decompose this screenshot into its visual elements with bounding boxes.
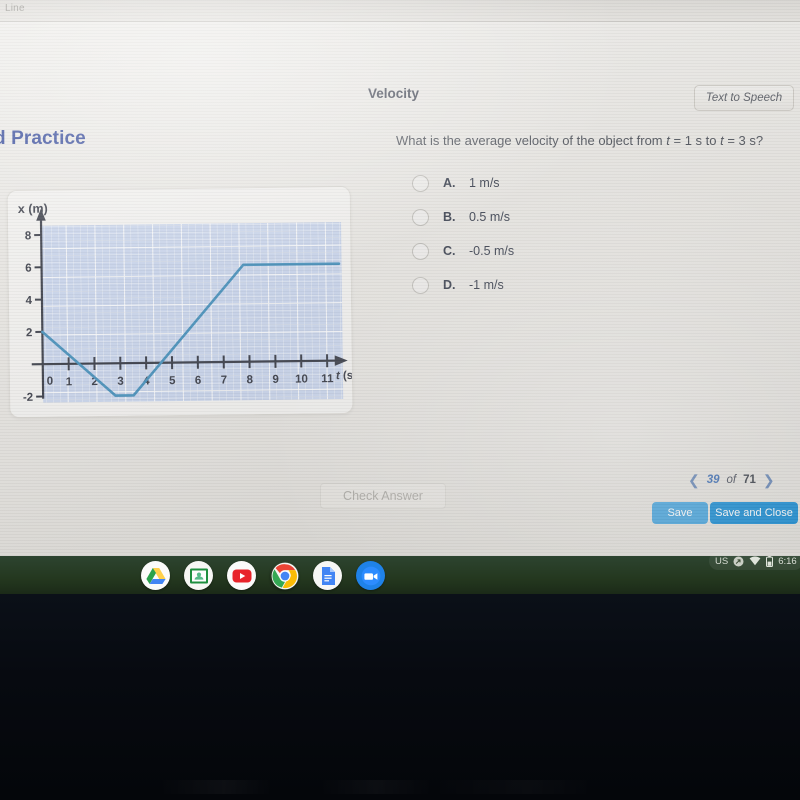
svg-text:0: 0: [47, 376, 54, 388]
radio-button-b-icon[interactable]: [412, 208, 429, 226]
keyboard-reflection: [0, 780, 800, 794]
clock[interactable]: 6:16: [778, 556, 797, 567]
google-drive-icon[interactable]: [141, 561, 170, 590]
answer-choice-d[interactable]: D. -1 m/s: [412, 268, 514, 302]
svg-text:10: 10: [295, 373, 308, 385]
choice-letter-a: A.: [443, 176, 456, 190]
text-to-speech-label: Text to Speech: [705, 92, 783, 104]
choice-value-c: -0.5 m/s: [469, 244, 515, 258]
choice-letter-d: D.: [443, 278, 456, 292]
radio-button-d-icon[interactable]: [412, 276, 429, 294]
svg-text:8: 8: [25, 230, 32, 242]
svg-text:-2: -2: [23, 392, 33, 404]
text-to-speech-button[interactable]: Text to Speech: [694, 85, 794, 111]
check-answer-label: Check Answer: [343, 489, 423, 503]
question-eq1: = 1 s to: [669, 133, 721, 148]
pagination-current: 39: [706, 474, 720, 486]
svg-text:x (m): x (m): [18, 202, 48, 216]
question-text: What is the average velocity of the obje…: [396, 133, 786, 150]
svg-text:5: 5: [169, 375, 176, 387]
choice-letter-b: B.: [443, 210, 456, 224]
choice-letter-c: C.: [443, 244, 456, 258]
wifi-icon: [749, 556, 761, 566]
google-docs-icon[interactable]: [313, 561, 342, 590]
browser-tab-title[interactable]: Line: [5, 3, 25, 14]
answer-choices: A. 1 m/s B. 0.5 m/s C. -0.5 m/s D. -1 m/…: [412, 166, 514, 302]
youtube-icon[interactable]: [227, 561, 256, 590]
svg-text:7: 7: [221, 374, 228, 386]
position-time-graph: 8 6 4 2 -2 0 1 2 3 4 5 6 7 8 9 10 11 x (…: [7, 186, 354, 419]
answer-choice-a[interactable]: A. 1 m/s: [412, 166, 514, 200]
svg-text:9: 9: [272, 374, 279, 386]
radio-button-c-icon[interactable]: [412, 242, 429, 260]
svg-text:6: 6: [25, 263, 32, 275]
screenshot-root: Line d Practice 8 6 4 2 -2 0 1 2 3 4 5 6…: [0, 0, 800, 800]
check-answer-button[interactable]: Check Answer: [320, 483, 446, 509]
svg-text:11: 11: [321, 373, 334, 385]
dark-area-below-screen: [0, 594, 800, 800]
system-status-tray[interactable]: US 6:16: [709, 552, 800, 570]
svg-text:(s): (s): [343, 370, 354, 382]
svg-text:2: 2: [26, 327, 33, 339]
svg-text:1: 1: [66, 376, 73, 388]
pagination: ❮ 39 of 71 ❯: [688, 473, 775, 487]
pagination-of-word: of: [726, 474, 737, 486]
answer-choice-c[interactable]: C. -0.5 m/s: [412, 234, 514, 268]
notification-icon: [733, 556, 744, 566]
pagination-total: 71: [743, 474, 756, 486]
save-label: Save: [667, 507, 693, 519]
google-classroom-icon[interactable]: [184, 561, 213, 590]
choice-value-d: -1 m/s: [469, 278, 504, 292]
radio-button-a-icon[interactable]: [412, 174, 429, 192]
shelf-app-icons: [141, 561, 385, 590]
battery-icon: [766, 555, 774, 567]
browser-chrome-strip: Line: [0, 0, 800, 22]
svg-text:4: 4: [25, 295, 32, 307]
question-title: Velocity: [368, 86, 420, 101]
svg-text:6: 6: [195, 375, 202, 387]
choice-value-a: 1 m/s: [469, 176, 500, 190]
answer-choice-b[interactable]: B. 0.5 m/s: [412, 200, 514, 234]
question-text-before: What is the average velocity of the obje…: [396, 133, 667, 148]
previous-question-chevron-left-icon[interactable]: ❮: [688, 473, 700, 487]
laptop-screen: Line d Practice 8 6 4 2 -2 0 1 2 3 4 5 6…: [0, 0, 800, 556]
chromeos-shelf: [0, 556, 800, 594]
svg-text:3: 3: [117, 376, 124, 388]
page-title: d Practice: [0, 128, 86, 149]
save-and-close-label: Save and Close: [715, 507, 793, 519]
choice-value-b: 0.5 m/s: [469, 210, 510, 224]
save-button[interactable]: Save: [652, 502, 708, 524]
save-and-close-button[interactable]: Save and Close: [710, 502, 798, 524]
google-chrome-icon[interactable]: [270, 561, 299, 590]
keyboard-layout-indicator: US: [715, 555, 729, 567]
question-eq2: = 3 s?: [723, 133, 764, 148]
next-question-chevron-right-icon[interactable]: ❯: [763, 473, 775, 487]
zoom-icon[interactable]: [356, 561, 385, 590]
svg-text:8: 8: [246, 374, 253, 386]
position-time-graph-card: 8 6 4 2 -2 0 1 2 3 4 5 6 7 8 9 10 11 x (…: [6, 185, 354, 419]
